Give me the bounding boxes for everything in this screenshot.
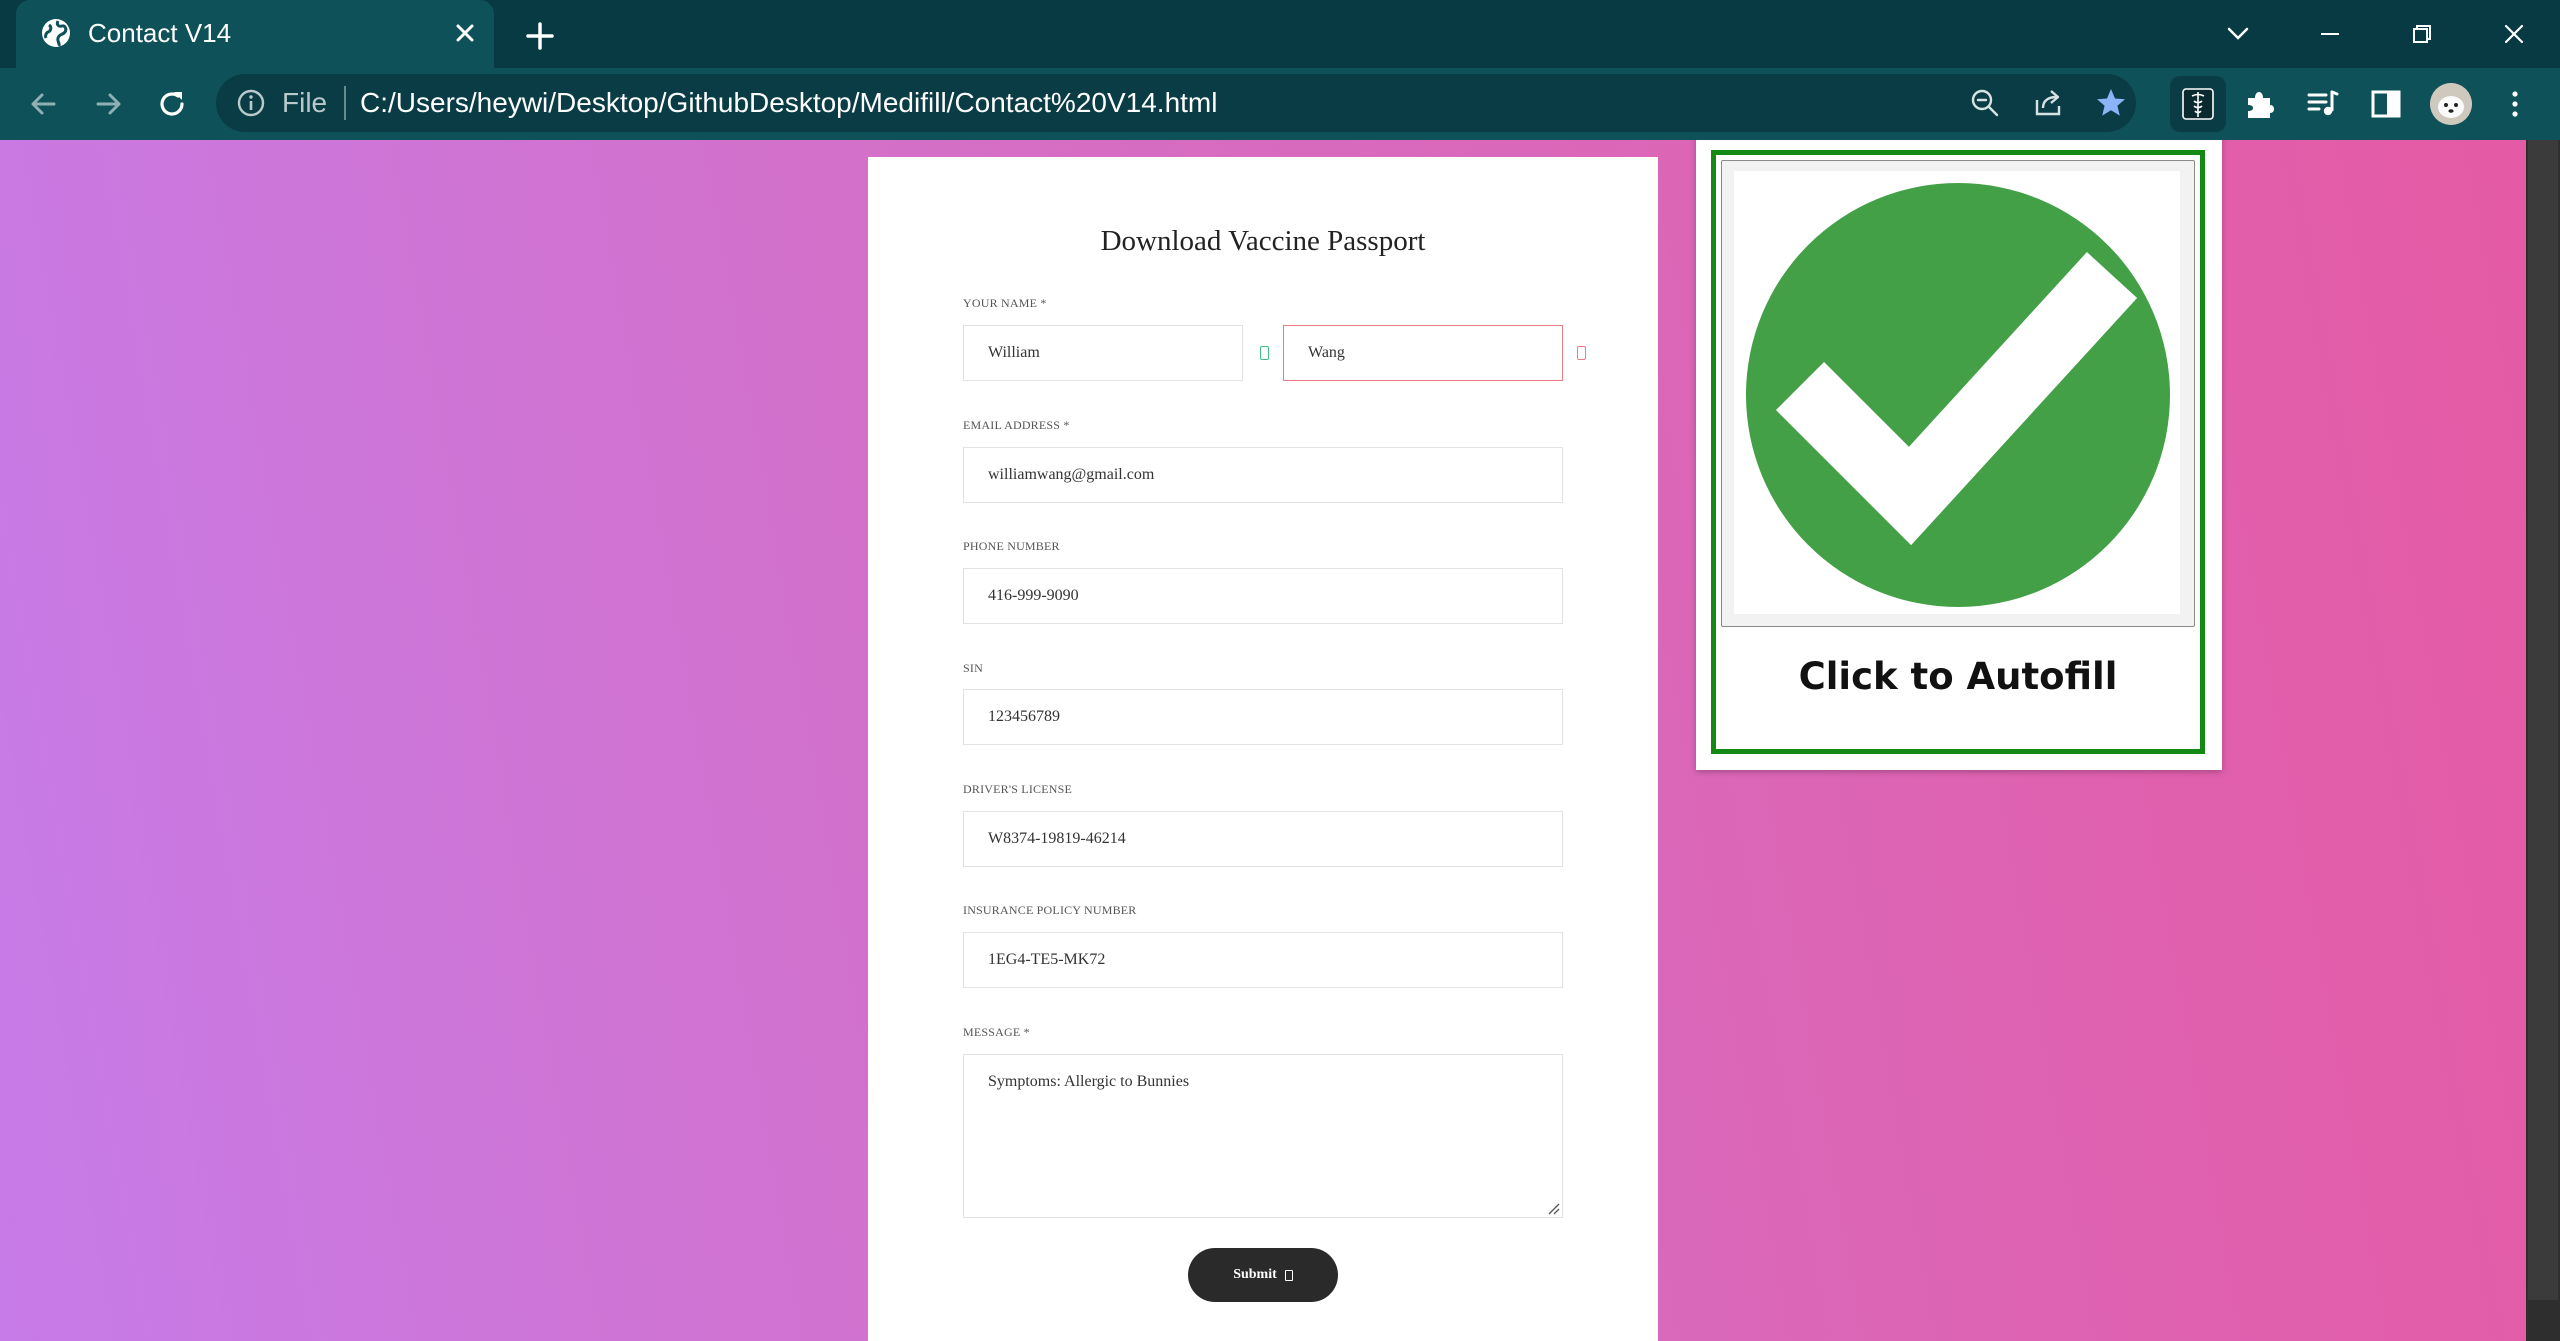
close-window-icon[interactable] — [2494, 14, 2534, 54]
name-label: YOUR NAME * — [963, 296, 1047, 310]
autofill-extension-button[interactable] — [2170, 76, 2226, 132]
submit-button[interactable]: Submit — [1188, 1248, 1338, 1302]
bookmark-star-icon[interactable] — [2094, 86, 2128, 120]
tab-search-chevron-icon[interactable] — [2218, 14, 2258, 54]
last-name-input[interactable]: Wang — [1283, 325, 1563, 381]
insurance-policy-label: INSURANCE POLICY NUMBER — [963, 903, 1137, 917]
browser-toolbar: File C:/Users/heywi/Desktop/GithubDeskto… — [0, 68, 2560, 140]
resize-grip-icon[interactable] — [1546, 1201, 1560, 1215]
scrollbar-thumb[interactable] — [2528, 140, 2558, 1300]
share-icon[interactable] — [2031, 86, 2065, 120]
message-textarea[interactable]: Symptoms: Allergic to Bunnies — [963, 1054, 1563, 1218]
profile-dog-icon — [2430, 83, 2472, 125]
url-text[interactable]: C:/Users/heywi/Desktop/GithubDesktop/Med… — [360, 87, 1217, 119]
caduceus-icon — [2182, 88, 2214, 120]
sin-label: SIN — [963, 661, 983, 675]
submit-glyph-icon — [1284, 1269, 1293, 1281]
globe-icon — [42, 19, 70, 47]
invalid-field-icon — [1577, 346, 1586, 360]
email-input[interactable]: williamwang@gmail.com — [963, 447, 1563, 503]
first-name-input[interactable]: William — [963, 325, 1243, 381]
browser-tab[interactable]: Contact V14 — [16, 0, 494, 68]
vaccine-passport-form: Download Vaccine Passport YOUR NAME * Wi… — [868, 157, 1658, 1341]
address-separator — [344, 86, 346, 120]
valid-field-icon — [1260, 346, 1269, 360]
autofill-popup: Click to Autofill — [1696, 140, 2222, 770]
phone-input[interactable]: 416-999-9090 — [963, 568, 1563, 624]
sin-input[interactable]: 123456789 — [963, 689, 1563, 745]
site-info-icon[interactable] — [236, 88, 266, 118]
autofill-button[interactable]: Click to Autofill — [1711, 150, 2205, 754]
phone-label: PHONE NUMBER — [963, 539, 1060, 553]
page-viewport: Download Vaccine Passport YOUR NAME * Wi… — [0, 140, 2526, 1341]
insurance-policy-input[interactable]: 1EG4-TE5-MK72 — [963, 932, 1563, 988]
forward-icon[interactable] — [88, 84, 128, 124]
address-bar[interactable]: File C:/Users/heywi/Desktop/GithubDeskto… — [216, 74, 2136, 132]
email-label: EMAIL ADDRESS * — [963, 418, 1070, 432]
back-icon[interactable] — [24, 84, 64, 124]
close-tab-icon[interactable] — [448, 16, 482, 50]
submit-label: Submit — [1233, 1267, 1277, 1282]
new-tab-icon[interactable] — [520, 16, 560, 56]
menu-kebab-icon[interactable] — [2497, 86, 2533, 122]
drivers-license-input[interactable]: W8374-19819-46214 — [963, 811, 1563, 867]
zoom-out-icon[interactable] — [1968, 86, 2002, 120]
page-scrollbar[interactable] — [2526, 140, 2560, 1341]
profile-avatar[interactable] — [2430, 83, 2472, 125]
message-text: Symptoms: Allergic to Bunnies — [988, 1073, 1190, 1090]
checkmark-image — [1734, 171, 2180, 614]
tab-title: Contact V14 — [88, 18, 232, 48]
checkmark-image-frame[interactable] — [1721, 160, 2195, 627]
side-panel-icon[interactable] — [2368, 86, 2404, 122]
browser-title-bar: Contact V14 — [0, 0, 2560, 68]
autofill-label: Click to Autofill — [1798, 655, 2118, 698]
address-scheme-label: File — [282, 87, 328, 118]
drivers-license-label: DRIVER'S LICENSE — [963, 782, 1073, 796]
form-title: Download Vaccine Passport — [1100, 225, 1426, 257]
reading-list-icon[interactable] — [2304, 86, 2340, 122]
message-label: MESSAGE * — [963, 1025, 1030, 1039]
minimize-icon[interactable] — [2310, 14, 2350, 54]
restore-icon[interactable] — [2402, 14, 2442, 54]
extensions-puzzle-icon[interactable] — [2242, 86, 2278, 122]
reload-icon[interactable] — [152, 84, 192, 124]
green-checkmark-circle-icon — [1746, 183, 2170, 607]
